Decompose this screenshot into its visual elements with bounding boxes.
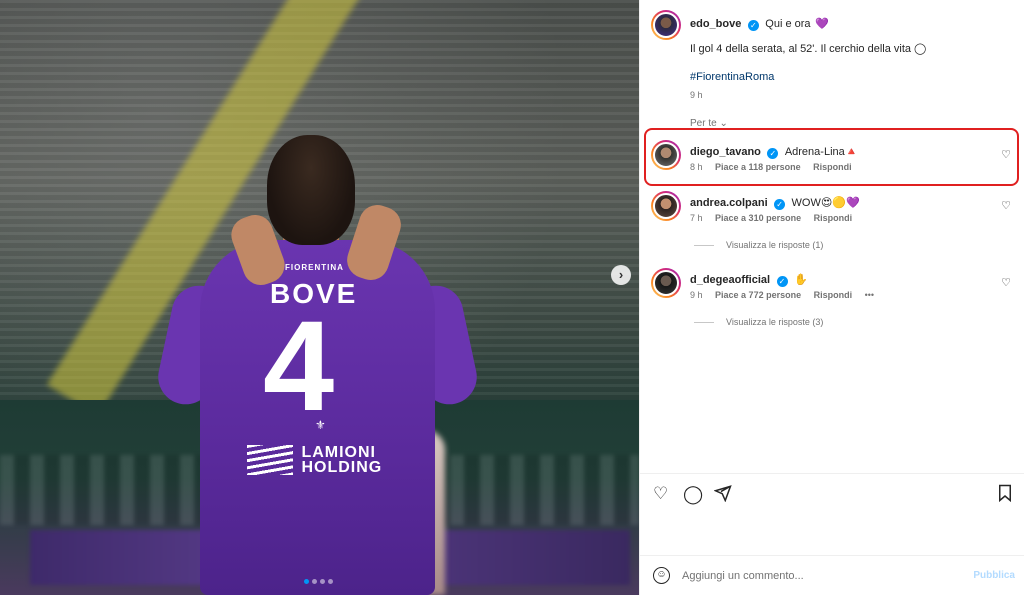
jersey-sponsor: LAMIONI HOLDING [247,445,383,476]
author-avatar[interactable] [651,10,681,40]
chevron-right-icon[interactable]: › [611,265,631,285]
caption-head-text: Qui e ora [765,18,811,30]
comment-item: d_degeaofficial ✓ ✋ 9 h Piace a 772 pers… [651,268,1021,308]
jersey-number: 4 [263,295,335,438]
post-time[interactable]: 9 h [690,90,703,100]
view-replies-label: Visualizza le risposte (3) [726,317,824,327]
comment-emoji: ✋ [793,274,808,286]
carousel-dot [320,579,325,584]
view-replies-button[interactable]: Visualizza le risposte (1) [694,240,823,250]
view-replies-label: Visualizza le risposte (1) [726,240,824,250]
comment-body: d_degeaofficial ✓ ✋ [690,270,808,288]
comment-text: WOW [791,197,821,209]
comment-meta: 7 h Piace a 310 persone Rispondi [690,213,862,223]
comments-panel: edo_bove ✓ Qui e ora 💜 Il gol 4 della se… [639,0,1024,595]
comment-likes[interactable]: Piace a 310 persone [715,213,801,223]
comment-time[interactable]: 7 h [690,213,703,223]
like-heart-icon[interactable]: ♡ [653,484,668,504]
sponsor-logo-icon [247,445,293,475]
carousel-dot [328,579,333,584]
carousel-indicator [304,579,333,584]
comment-avatar[interactable] [651,268,681,298]
author-username[interactable]: edo_bove [690,18,741,30]
sponsor-line2: HOLDING [301,459,383,476]
more-options-icon[interactable]: ••• [865,290,874,300]
replies-divider [694,322,714,324]
caption-header: edo_bove ✓ Qui e ora 💜 [690,14,829,32]
comment-bubble-icon[interactable]: ◯ [683,484,703,504]
comment-likes[interactable]: Piace a 772 persone [715,290,801,300]
heart-icon[interactable]: ♡ [1001,276,1011,289]
verified-badge-icon: ✓ [774,199,786,210]
carousel-dot [312,579,317,584]
caption-body: Il gol 4 della serata, al 52'. Il cerchi… [690,43,927,55]
highlighted-comment-outline [644,128,1019,186]
carousel-dot [304,579,309,584]
verified-badge-icon: ✓ [776,276,788,287]
post-media[interactable]: FIORENTINA BOVE 4 ⚜ LAMIONI HOLDING › [0,0,639,595]
comment-username[interactable]: andrea.colpani [690,197,768,209]
reply-button[interactable]: Rispondi [814,213,853,223]
bookmark-icon[interactable] [997,484,1013,507]
comment-username[interactable]: d_degeaofficial [690,274,770,286]
comment-meta: 9 h Piace a 772 persone Rispondi ••• [690,290,884,300]
player-figure: FIORENTINA BOVE 4 ⚜ LAMIONI HOLDING [153,135,482,595]
comment-avatar[interactable] [651,191,681,221]
share-paper-plane-icon[interactable] [713,484,732,507]
player-head [267,135,355,245]
jersey-club-text: FIORENTINA [285,263,344,272]
smiley-emoji-icon[interactable]: ☺ [653,567,670,584]
heart-icon[interactable]: ♡ [1001,199,1011,212]
publish-button[interactable]: Pubblica [973,570,1015,581]
add-comment-bar: ☺ Pubblica [640,556,1024,595]
fleur-de-lis-icon: ⚜ [315,418,326,432]
divider [640,473,1024,474]
comment-time[interactable]: 9 h [690,290,703,300]
comment-item: andrea.colpani ✓ WOW😍🟡💜 7 h Piace a 310 … [651,191,1021,231]
comment-emoji: 😍🟡💜 [820,197,860,209]
comment-input[interactable] [682,566,952,586]
verified-badge-icon: ✓ [747,20,759,31]
comment-body: andrea.colpani ✓ WOW😍🟡💜 [690,193,860,211]
purple-heart-icon: 💜 [814,18,829,30]
sponsor-text: LAMIONI HOLDING [301,445,383,476]
view-replies-button[interactable]: Visualizza le risposte (3) [694,317,823,327]
caption-hashtag[interactable]: #FiorentinaRoma [690,71,774,83]
replies-divider [694,245,714,247]
post-actions: ♡ ◯ [653,484,1015,506]
reply-button[interactable]: Rispondi [814,290,853,300]
